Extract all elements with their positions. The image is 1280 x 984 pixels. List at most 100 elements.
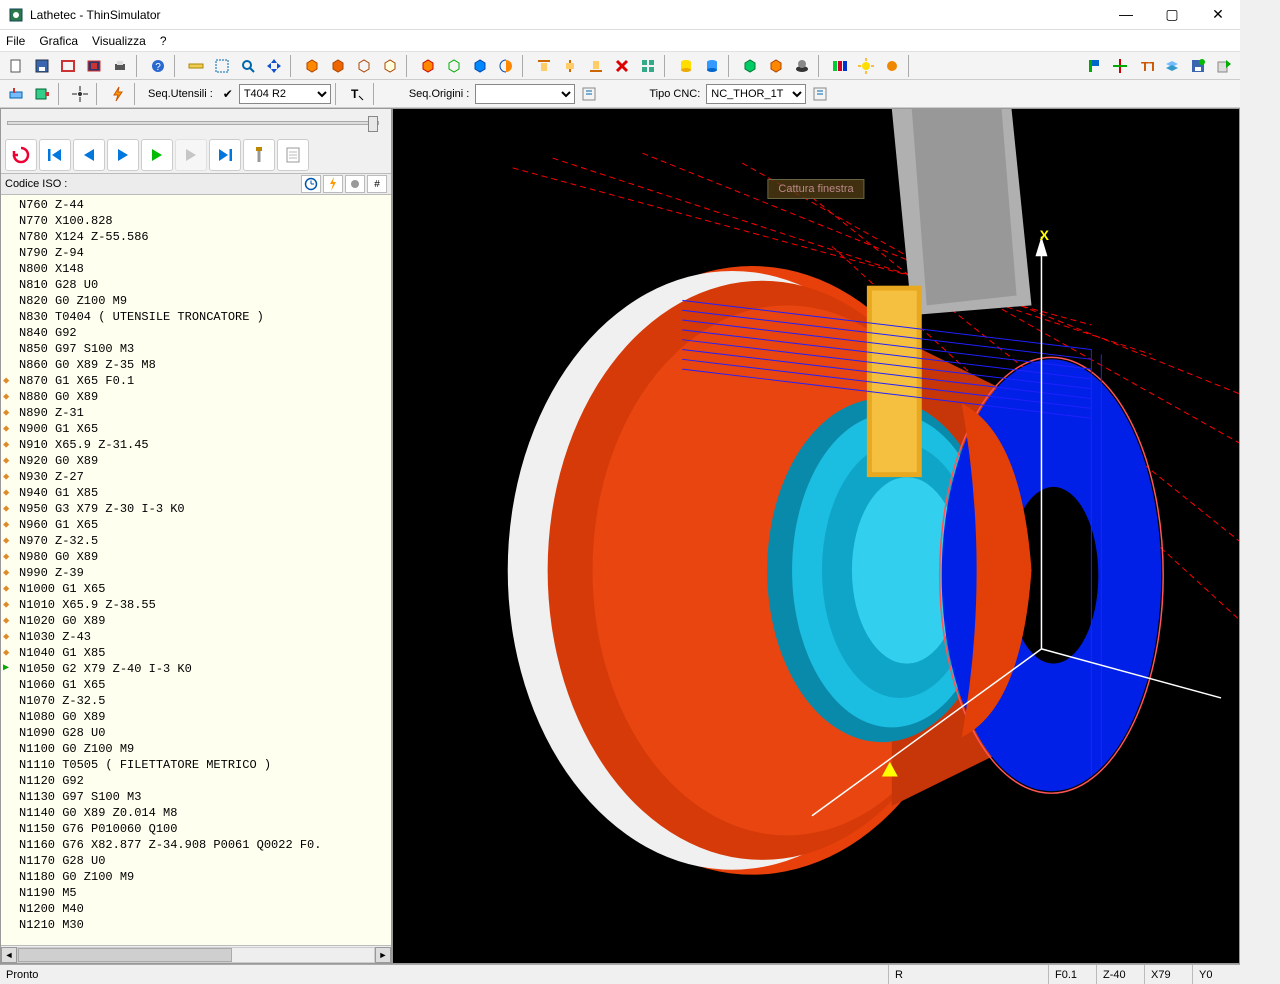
code-line[interactable]: N940 G1 X85 <box>1 485 391 501</box>
code-line[interactable]: N770 X100.828 <box>1 213 391 229</box>
tool-button[interactable] <box>243 139 275 171</box>
colors-icon[interactable] <box>828 55 852 77</box>
prev-button[interactable] <box>73 139 105 171</box>
record-icon[interactable] <box>345 175 365 193</box>
code-line[interactable]: N980 G0 X89 <box>1 549 391 565</box>
code-line[interactable]: N820 G0 Z100 M9 <box>1 293 391 309</box>
close-button[interactable]: ✕ <box>1204 6 1232 23</box>
cube3-icon[interactable] <box>352 55 376 77</box>
flag-icon[interactable] <box>1082 55 1106 77</box>
scroll-left-icon[interactable]: ◄ <box>1 947 17 963</box>
origin-edit-icon[interactable] <box>577 83 601 105</box>
minimize-button[interactable]: — <box>1112 6 1140 23</box>
code-line[interactable]: N920 G0 X89 <box>1 453 391 469</box>
code-line[interactable]: N1120 G92 <box>1 773 391 789</box>
code-line[interactable]: N1140 G0 X89 Z0.014 M8 <box>1 805 391 821</box>
box-red-icon[interactable] <box>56 55 80 77</box>
bolt-icon[interactable] <box>106 83 130 105</box>
last-button[interactable] <box>209 139 241 171</box>
code-line[interactable]: N900 G1 X65 <box>1 421 391 437</box>
cube-g-icon[interactable] <box>738 55 762 77</box>
text-icon[interactable]: TT <box>1134 55 1158 77</box>
center-icon[interactable] <box>68 83 92 105</box>
menu-file[interactable]: File <box>6 34 25 48</box>
code-line[interactable]: N870 G1 X65 F0.1 <box>1 373 391 389</box>
clock-icon[interactable] <box>301 175 321 193</box>
doc-button[interactable] <box>277 139 309 171</box>
select-rect-icon[interactable] <box>210 55 234 77</box>
help-icon[interactable]: ? <box>146 55 170 77</box>
code-line[interactable]: N1100 G0 Z100 M9 <box>1 741 391 757</box>
code-line[interactable]: N930 Z-27 <box>1 469 391 485</box>
cube-wire-icon[interactable] <box>442 55 466 77</box>
code-line[interactable]: N910 X65.9 Z-31.45 <box>1 437 391 453</box>
code-line[interactable]: N890 Z-31 <box>1 405 391 421</box>
capture-window-button[interactable]: Cattura finestra <box>767 179 864 199</box>
zoom-icon[interactable] <box>236 55 260 77</box>
code-line[interactable]: N800 X148 <box>1 261 391 277</box>
cube4-icon[interactable] <box>378 55 402 77</box>
code-line[interactable]: N950 G3 X79 Z-30 I-3 K0 <box>1 501 391 517</box>
cross-icon[interactable] <box>1108 55 1132 77</box>
cnc-select[interactable]: NC_THOR_1T <box>706 84 806 104</box>
scroll-right-icon[interactable]: ► <box>375 947 391 963</box>
code-line[interactable]: N1170 G28 U0 <box>1 853 391 869</box>
code-line[interactable]: N780 X124 Z-55.586 <box>1 229 391 245</box>
new-icon[interactable] <box>4 55 28 77</box>
code-line[interactable]: N1130 G97 S100 M3 <box>1 789 391 805</box>
code-line[interactable]: N1160 G76 X82.877 Z-34.908 P0061 Q0022 F… <box>1 837 391 853</box>
first-button[interactable] <box>39 139 71 171</box>
menu-help[interactable]: ? <box>160 34 167 48</box>
cube2-icon[interactable] <box>326 55 350 77</box>
slider-thumb[interactable] <box>368 116 378 132</box>
code-line[interactable]: N1070 Z-32.5 <box>1 693 391 709</box>
align-bot-icon[interactable] <box>584 55 608 77</box>
ruler-icon[interactable] <box>184 55 208 77</box>
code-line[interactable]: N1050 G2 X79 Z-40 I-3 K0 <box>1 661 391 677</box>
menu-grafica[interactable]: Grafica <box>39 34 78 48</box>
code-line[interactable]: N760 Z-44 <box>1 197 391 213</box>
code-line[interactable]: N1080 G0 X89 <box>1 709 391 725</box>
next-button[interactable] <box>107 139 139 171</box>
code-line[interactable]: N1000 G1 X65 <box>1 581 391 597</box>
align-v-icon[interactable] <box>558 55 582 77</box>
sun-icon[interactable] <box>854 55 878 77</box>
tool-select[interactable]: T404 R2 <box>239 84 331 104</box>
reset-button[interactable] <box>5 139 37 171</box>
code-hscroll[interactable]: ◄ ► <box>1 945 391 963</box>
code-line[interactable]: N790 Z-94 <box>1 245 391 261</box>
bolt2-icon[interactable] <box>323 175 343 193</box>
code-line[interactable]: N840 G92 <box>1 325 391 341</box>
code-line[interactable]: N1030 Z-43 <box>1 629 391 645</box>
box-blue-icon[interactable] <box>82 55 106 77</box>
save2-icon[interactable] <box>1186 55 1210 77</box>
delete-icon[interactable] <box>610 55 634 77</box>
code-list[interactable]: N760 Z-44N770 X100.828N780 X124 Z-55.586… <box>1 195 391 945</box>
code-line[interactable]: N1200 M40 <box>1 901 391 917</box>
shadow-icon[interactable] <box>790 55 814 77</box>
layers-icon[interactable] <box>1160 55 1184 77</box>
cyl-b-icon[interactable] <box>700 55 724 77</box>
machine2-icon[interactable] <box>30 83 54 105</box>
code-line[interactable]: N860 G0 X89 Z-35 M8 <box>1 357 391 373</box>
tool-check-icon[interactable]: ✔ <box>219 83 237 105</box>
maximize-button[interactable]: ▢ <box>1158 6 1186 23</box>
code-line[interactable]: N1110 T0505 ( FILETTATORE METRICO ) <box>1 757 391 773</box>
play-button[interactable] <box>141 139 173 171</box>
code-line[interactable]: N1090 G28 U0 <box>1 725 391 741</box>
code-line[interactable]: N850 G97 S100 M3 <box>1 341 391 357</box>
scroll-track[interactable] <box>17 947 375 963</box>
speed-slider[interactable] <box>7 121 379 125</box>
half-icon[interactable] <box>494 55 518 77</box>
export-icon[interactable] <box>1212 55 1236 77</box>
code-line[interactable]: N1010 X65.9 Z-38.55 <box>1 597 391 613</box>
code-line[interactable]: N830 T0404 ( UTENSILE TRONCATORE ) <box>1 309 391 325</box>
cube-o-icon[interactable] <box>764 55 788 77</box>
cube1-icon[interactable] <box>300 55 324 77</box>
cube-red-icon[interactable] <box>416 55 440 77</box>
code-line[interactable]: N1190 M5 <box>1 885 391 901</box>
code-line[interactable]: N1210 M30 <box>1 917 391 933</box>
code-line[interactable]: N1150 G76 P010060 Q100 <box>1 821 391 837</box>
cnc-edit-icon[interactable] <box>808 83 832 105</box>
code-line[interactable]: N990 Z-39 <box>1 565 391 581</box>
